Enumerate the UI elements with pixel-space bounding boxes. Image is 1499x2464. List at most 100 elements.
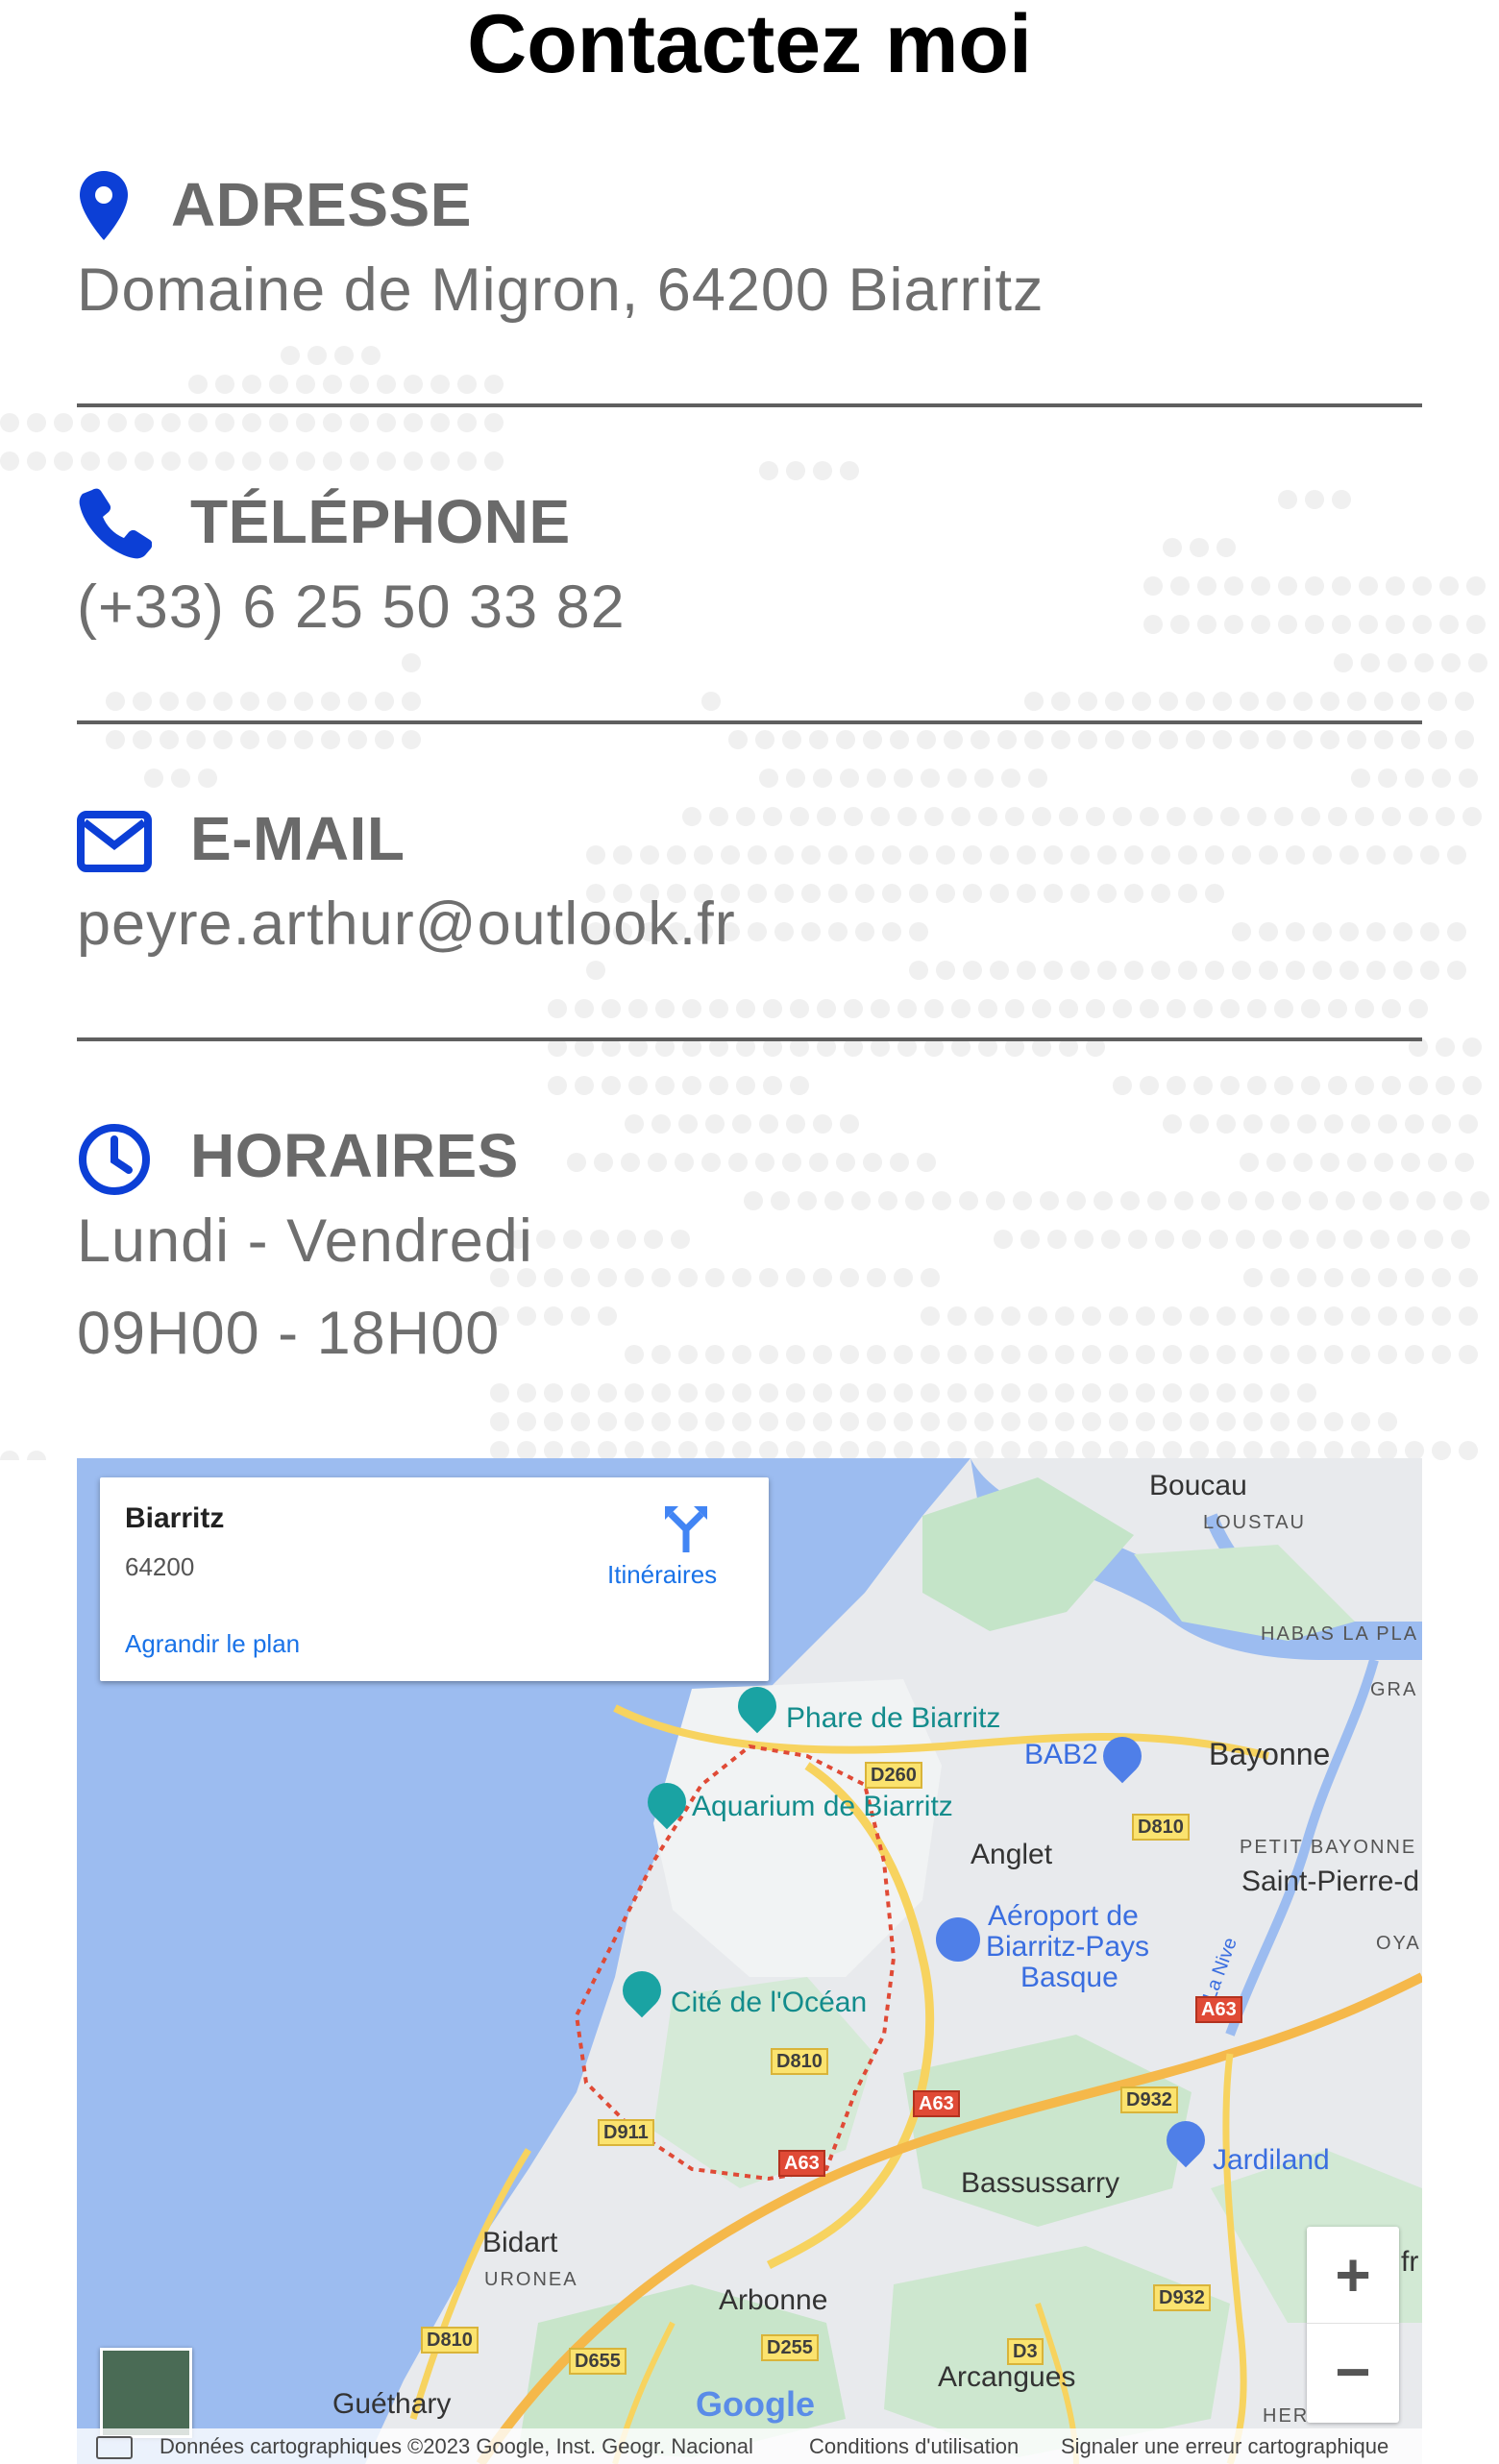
road-label: D655 bbox=[569, 2348, 627, 2375]
road-label: D911 bbox=[598, 2119, 654, 2146]
background-dot bbox=[1420, 922, 1439, 941]
background-dot bbox=[1455, 730, 1474, 749]
background-dot bbox=[0, 413, 19, 432]
background-dot bbox=[1005, 999, 1024, 1018]
background-dot bbox=[840, 461, 859, 480]
email-value[interactable]: peyre.arthur@outlook.fr bbox=[77, 890, 736, 959]
background-dot bbox=[348, 692, 367, 711]
background-dot bbox=[484, 451, 504, 471]
google-logo: Google bbox=[696, 2384, 815, 2424]
background-dot bbox=[188, 413, 208, 432]
background-dot bbox=[171, 768, 190, 788]
background-dot bbox=[240, 692, 259, 711]
background-dot bbox=[1355, 1076, 1374, 1095]
background-dot bbox=[133, 692, 152, 711]
background-dot bbox=[1447, 922, 1466, 941]
map-place-label: Cité de l'Océan bbox=[671, 1987, 868, 2018]
background-dot bbox=[602, 999, 621, 1018]
background-dot bbox=[294, 730, 313, 749]
background-dot bbox=[1328, 1076, 1347, 1095]
map-place-label: Arbonne bbox=[719, 2284, 828, 2316]
background-dot bbox=[655, 1076, 675, 1095]
background-dot bbox=[759, 768, 778, 788]
background-dot bbox=[575, 999, 594, 1018]
background-dot bbox=[628, 1076, 648, 1095]
email-label: E-MAIL bbox=[190, 804, 405, 873]
background-dot bbox=[1297, 1441, 1316, 1460]
satellite-toggle[interactable] bbox=[100, 2348, 192, 2438]
background-dot bbox=[269, 413, 288, 432]
background-dot bbox=[782, 730, 801, 749]
background-dot bbox=[1447, 845, 1466, 865]
background-dot bbox=[1441, 653, 1461, 672]
background-dot bbox=[1459, 1306, 1478, 1326]
background-dot bbox=[1451, 1230, 1470, 1249]
hours-days: Lundi - Vendredi bbox=[77, 1208, 533, 1275]
background-dot bbox=[1028, 768, 1047, 788]
map-pin-icon bbox=[77, 169, 131, 247]
background-dot bbox=[242, 413, 261, 432]
background-dot bbox=[213, 730, 233, 749]
road-label: D932 bbox=[1153, 2284, 1211, 2311]
background-dot bbox=[323, 451, 342, 471]
background-dot bbox=[269, 451, 288, 471]
background-dot bbox=[1001, 1441, 1020, 1460]
background-dot bbox=[1055, 1441, 1074, 1460]
background-dot bbox=[1470, 1191, 1489, 1210]
background-dot bbox=[294, 692, 313, 711]
background-dot bbox=[1432, 1306, 1451, 1326]
background-dot bbox=[1324, 1441, 1343, 1460]
background-dot bbox=[1293, 730, 1313, 749]
background-dot bbox=[1301, 999, 1320, 1018]
background-dot bbox=[1328, 999, 1347, 1018]
clock-icon bbox=[77, 1122, 152, 1202]
background-dot bbox=[651, 1441, 671, 1460]
road-label: D260 bbox=[865, 1762, 922, 1789]
background-dot bbox=[1051, 730, 1070, 749]
background-dot bbox=[457, 451, 477, 471]
background-dot bbox=[1436, 1076, 1455, 1095]
map-place-label: OYA bbox=[1376, 1933, 1421, 1954]
embedded-map[interactable]: Boucau LOUSTAU HABAS LA PLA GRA Bayonne … bbox=[77, 1458, 1422, 2464]
background-dot bbox=[840, 1441, 859, 1460]
divider bbox=[77, 1037, 1422, 1041]
background-dot bbox=[188, 451, 208, 471]
address-section: ADRESSE Domaine de Migron, 64200 Biarrit… bbox=[77, 163, 1422, 413]
background-dot bbox=[1459, 1114, 1478, 1134]
background-dot bbox=[786, 1441, 805, 1460]
background-dot bbox=[836, 730, 855, 749]
background-dot bbox=[813, 768, 832, 788]
road-label: D255 bbox=[761, 2334, 819, 2361]
airplane-icon[interactable] bbox=[936, 1917, 980, 1962]
road-label: D810 bbox=[771, 2048, 828, 2075]
background-dot bbox=[267, 692, 286, 711]
map-place-label: Basque bbox=[1020, 1962, 1118, 1993]
background-dot bbox=[628, 999, 648, 1018]
keyboard-icon[interactable] bbox=[96, 2436, 133, 2459]
map-place-label: PETIT BAYONNE bbox=[1240, 1837, 1417, 1858]
phone-value[interactable]: (+33) 6 25 50 33 82 bbox=[77, 573, 626, 642]
background-dot bbox=[709, 999, 728, 1018]
background-dot bbox=[1447, 961, 1466, 980]
background-dot bbox=[1459, 1345, 1478, 1364]
background-dot bbox=[161, 413, 181, 432]
card-enlarge-link[interactable]: Agrandir le plan bbox=[125, 1629, 300, 1659]
terms-link[interactable]: Conditions d'utilisation bbox=[809, 2428, 1019, 2464]
background-dot bbox=[1351, 1441, 1370, 1460]
background-dot bbox=[54, 413, 73, 432]
report-error-link[interactable]: Signaler une erreur cartographique bbox=[1061, 2428, 1388, 2464]
zoom-in-button[interactable]: + bbox=[1307, 2227, 1399, 2324]
background-dot bbox=[817, 999, 836, 1018]
background-dot bbox=[1378, 768, 1397, 788]
background-dot bbox=[1428, 730, 1447, 749]
background-dot bbox=[1432, 768, 1451, 788]
background-dot bbox=[484, 413, 504, 432]
background-dot bbox=[1405, 768, 1424, 788]
background-dot bbox=[921, 768, 940, 788]
background-dot bbox=[763, 1076, 782, 1095]
directions-link[interactable]: Itinéraires bbox=[607, 1560, 717, 1590]
zoom-out-button[interactable]: − bbox=[1307, 2324, 1399, 2420]
background-dot bbox=[840, 768, 859, 788]
background-dot bbox=[844, 999, 863, 1018]
background-dot bbox=[759, 461, 778, 480]
